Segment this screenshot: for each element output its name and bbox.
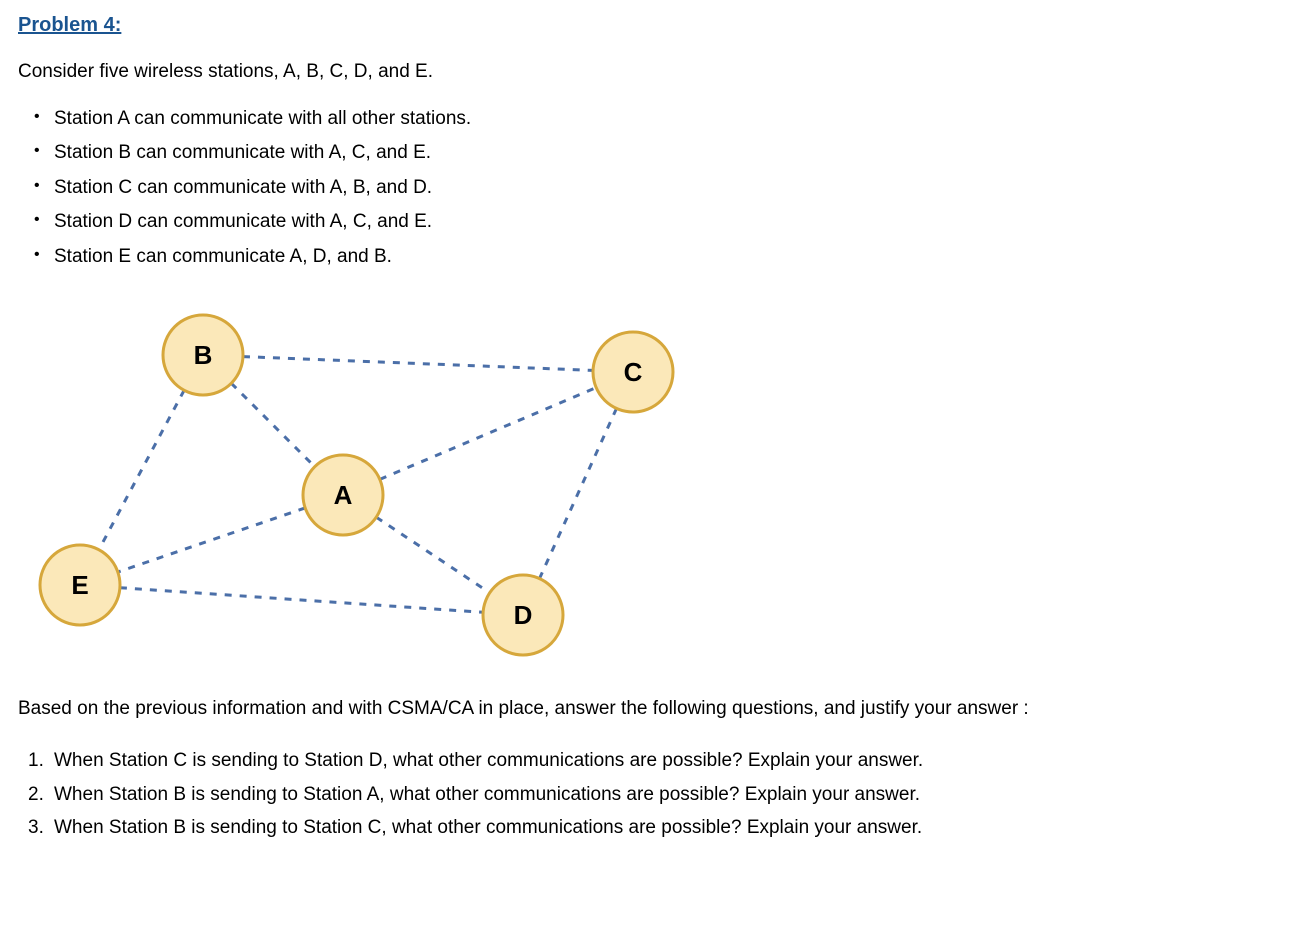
edge-A-C [380,388,596,480]
edge-C-D [539,408,616,578]
edge-E-D [120,588,483,613]
instruction-text: Based on the previous information and wi… [18,693,1292,725]
node-label-D: D [514,600,533,630]
diagram-svg: A B C D E [28,295,708,675]
edge-B-C [243,357,593,371]
node-D: D [483,575,563,655]
bullet-item: Station B can communicate with A, C, and… [54,139,1292,168]
edge-B-A [231,383,314,466]
bullet-item: Station A can communicate with all other… [54,105,1292,134]
node-A: A [303,455,383,535]
node-C: C [593,332,673,412]
node-label-E: E [71,570,88,600]
node-label-B: B [194,340,213,370]
question-item: When Station B is sending to Station A, … [54,781,1292,810]
question-item: When Station C is sending to Station D, … [54,747,1292,776]
bullet-item: Station C can communicate with A, B, and… [54,174,1292,203]
intro-text: Consider five wireless stations, A, B, C… [18,58,1292,87]
edge-A-E [118,508,305,572]
node-label-C: C [624,357,643,387]
node-E: E [40,545,120,625]
question-list: When Station C is sending to Station D, … [18,747,1292,843]
problem-title: Problem 4: [18,10,1292,40]
question-item: When Station B is sending to Station C, … [54,814,1292,843]
bullet-list: Station A can communicate with all other… [18,105,1292,272]
bullet-item: Station D can communicate with A, C, and… [54,208,1292,237]
bullet-item: Station E can communicate A, D, and B. [54,243,1292,272]
edge-A-D [376,517,489,593]
node-B: B [163,315,243,395]
node-label-A: A [334,480,353,510]
edge-B-E [99,390,184,549]
network-diagram: A B C D E [28,295,708,675]
